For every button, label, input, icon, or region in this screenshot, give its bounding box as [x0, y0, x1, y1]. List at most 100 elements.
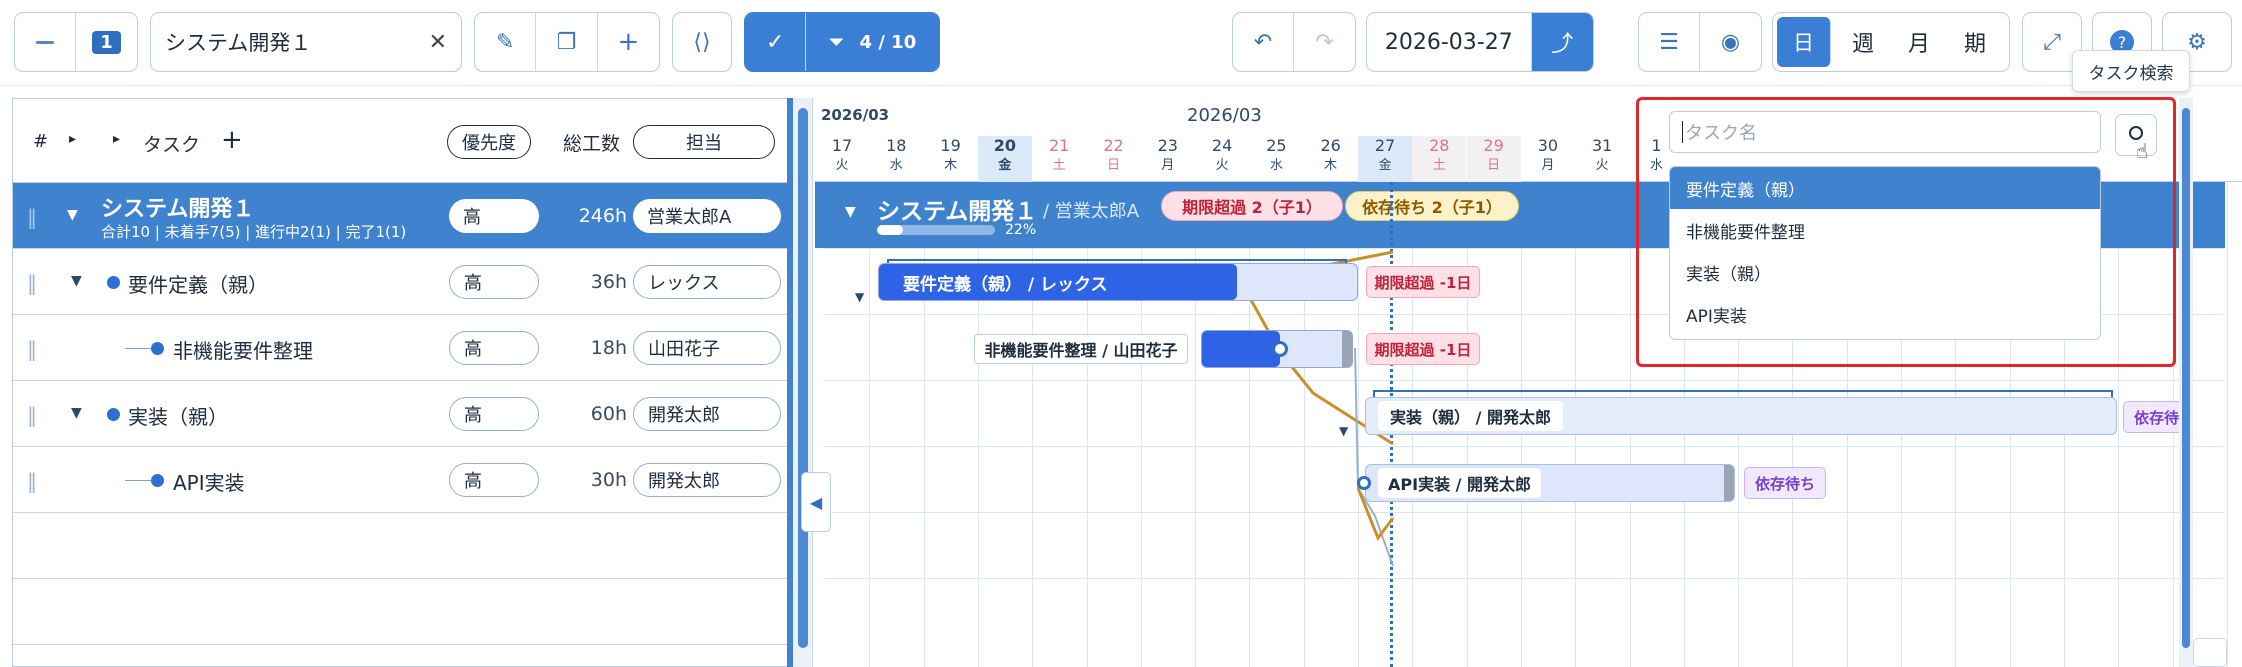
collapse-pane-button[interactable]: ◀: [801, 472, 831, 532]
search-result-item[interactable]: 実装（親）: [1670, 251, 2100, 293]
expand-icon[interactable]: ▸: [113, 131, 120, 147]
cursor-pointer-icon: ☝: [2136, 139, 2149, 163]
drag-handle-icon[interactable]: ‖: [27, 271, 37, 295]
progress-handle[interactable]: [1272, 341, 1288, 357]
date-value: 2026-03-27: [1384, 29, 1513, 55]
scroll-corner-button[interactable]: [2193, 638, 2227, 667]
drag-handle-icon[interactable]: ‖: [27, 337, 37, 361]
view-month-button[interactable]: 月: [1891, 13, 1947, 71]
task-bar-api[interactable]: API実装 / 開発太郎: [1365, 464, 1735, 502]
search-result-label: API実装: [1686, 306, 1747, 327]
overdue-tag-text: 期限超過 -1日: [1374, 273, 1472, 292]
close-icon[interactable]: ✕: [429, 30, 447, 55]
collapse-button[interactable]: [15, 13, 77, 71]
level-control: 1: [14, 12, 138, 72]
task-bar-impl[interactable]: 実装（親） / 開発太郎: [1365, 397, 2117, 435]
level-button[interactable]: 1: [76, 13, 137, 71]
owner-pill[interactable]: 開発太郎: [633, 463, 781, 497]
priority-pill[interactable]: 高: [449, 331, 539, 365]
date-group: 2026-03-27 ⤴: [1366, 12, 1594, 72]
task-row[interactable]: ‖ ▼ 実装（親） 高 60h 開発太郎: [13, 381, 788, 447]
edit-group: ✎ ❐ +: [474, 12, 660, 72]
search-result-item[interactable]: 非機能要件整理: [1670, 209, 2100, 251]
waiting-tag: 依存待ち: [1744, 467, 1826, 499]
status-dot-icon: [151, 342, 164, 355]
column-owner-label: 担当: [686, 133, 722, 154]
view-day-button[interactable]: 日: [1777, 17, 1831, 67]
task-bar-req[interactable]: 要件定義（親） / レックス: [878, 263, 1358, 301]
column-priority[interactable]: 優先度: [447, 125, 531, 159]
today-button[interactable]: ⤴: [1531, 13, 1593, 71]
view-week-button[interactable]: 週: [1835, 13, 1891, 71]
task-list: # ▸ ▸ タスク + 優先度 総工数 担当 ‖ ▼ システム開発１ 合計10 …: [12, 98, 788, 667]
undo-redo-group: ↶ ↷: [1232, 12, 1356, 72]
check-button[interactable]: ✓: [745, 13, 807, 71]
search-result-label: 実装（親）: [1686, 264, 1771, 285]
collapse-icon[interactable]: ▼: [71, 273, 82, 289]
view-term-button[interactable]: 期: [1947, 13, 2003, 71]
search-result-item[interactable]: API実装: [1670, 293, 2100, 335]
search-result-label: 要件定義（親）: [1686, 180, 1805, 201]
redo-button[interactable]: ↷: [1294, 13, 1355, 71]
status-dot-icon: [107, 408, 120, 421]
task-row[interactable]: ‖ API実装 高 30h 開発太郎: [13, 447, 788, 513]
owner-pill[interactable]: レックス: [633, 265, 781, 299]
task-bar-label: API実装 / 開発太郎: [1378, 468, 1542, 498]
columns-button[interactable]: ☰: [1639, 13, 1701, 71]
priority-pill[interactable]: 高: [449, 199, 539, 233]
drag-handle-icon[interactable]: ‖: [27, 469, 37, 493]
drag-handle-icon[interactable]: ‖: [27, 403, 37, 427]
task-bar-label-box: 非機能要件整理 / 山田花子: [974, 334, 1188, 364]
collapse-icon[interactable]: ▼: [855, 290, 864, 304]
share-button[interactable]: ⟨⟩: [672, 12, 732, 72]
expand-all-icon[interactable]: ▸: [69, 131, 76, 147]
priority-pill[interactable]: 高: [449, 463, 539, 497]
dependency-anchor[interactable]: [1357, 476, 1371, 490]
search-placeholder: タスク名: [1685, 123, 1757, 144]
toolbar: 1 システム開発１ ✕ ✎ ❐ + ⟨⟩ ✓ ⏷ 4 / 10 ↶ ↷ 2026-…: [0, 0, 2242, 86]
search-button[interactable]: ☝: [2115, 114, 2157, 163]
task-name: 実装（親）: [128, 405, 228, 429]
collapse-icon[interactable]: ▼: [67, 207, 78, 223]
column-priority-label: 優先度: [462, 133, 516, 154]
eye-icon: ◉: [1720, 29, 1741, 55]
overdue-tag-text: 期限超過 -1日: [1374, 340, 1472, 359]
column-owner[interactable]: 担当: [633, 125, 775, 159]
gantt-vscroll-right[interactable]: [2179, 98, 2193, 667]
task-row-project[interactable]: ‖ ▼ システム開発１ 合計10 | 未着手7(5) | 進行中2(1) | 完…: [13, 183, 788, 249]
project-name: システム開発１: [165, 31, 312, 55]
empty-row: [13, 513, 788, 579]
priority-pill[interactable]: 高: [449, 397, 539, 431]
owner-pill[interactable]: 営業太郎A: [633, 199, 781, 233]
collapse-icon[interactable]: ▼: [1339, 424, 1348, 438]
add-button[interactable]: +: [598, 13, 659, 71]
priority-value: 高: [464, 405, 482, 426]
priority-pill[interactable]: 高: [449, 265, 539, 299]
waiting-tag-text: 依存待: [2134, 408, 2180, 427]
drag-handle-icon[interactable]: ‖: [27, 205, 37, 229]
empty-row: [13, 579, 788, 645]
search-result-item[interactable]: 要件定義（親）: [1670, 167, 2100, 209]
priority-value: 高: [464, 273, 482, 294]
task-bar-nfr-end: [1342, 331, 1352, 367]
priority-value: 高: [464, 339, 482, 360]
owner-value: 開発太郎: [648, 405, 720, 426]
task-row[interactable]: ‖ ▼ 要件定義（親） 高 36h レックス: [13, 249, 788, 315]
owner-pill[interactable]: 開発太郎: [633, 397, 781, 431]
project-select[interactable]: システム開発１ ✕: [150, 12, 462, 72]
task-row[interactable]: ‖ 非機能要件整理 高 18h 山田花子: [13, 315, 788, 381]
copy-button[interactable]: ❐: [536, 13, 598, 71]
plus-icon: +: [617, 27, 640, 57]
filter-button[interactable]: ⏷ 4 / 10: [806, 13, 939, 71]
add-task-button[interactable]: +: [221, 125, 243, 155]
edit-button[interactable]: ✎: [475, 13, 537, 71]
text-cursor: [1682, 121, 1683, 143]
priority-value: 高: [464, 471, 482, 492]
collapse-icon[interactable]: ▼: [71, 405, 82, 421]
owner-pill[interactable]: 山田花子: [633, 331, 781, 365]
visibility-button[interactable]: ◉: [1700, 13, 1761, 71]
undo-button[interactable]: ↶: [1233, 13, 1295, 71]
gear-icon: ⚙: [2187, 29, 2207, 55]
date-input[interactable]: 2026-03-27: [1367, 13, 1532, 71]
search-input[interactable]: タスク名: [1669, 111, 2101, 153]
